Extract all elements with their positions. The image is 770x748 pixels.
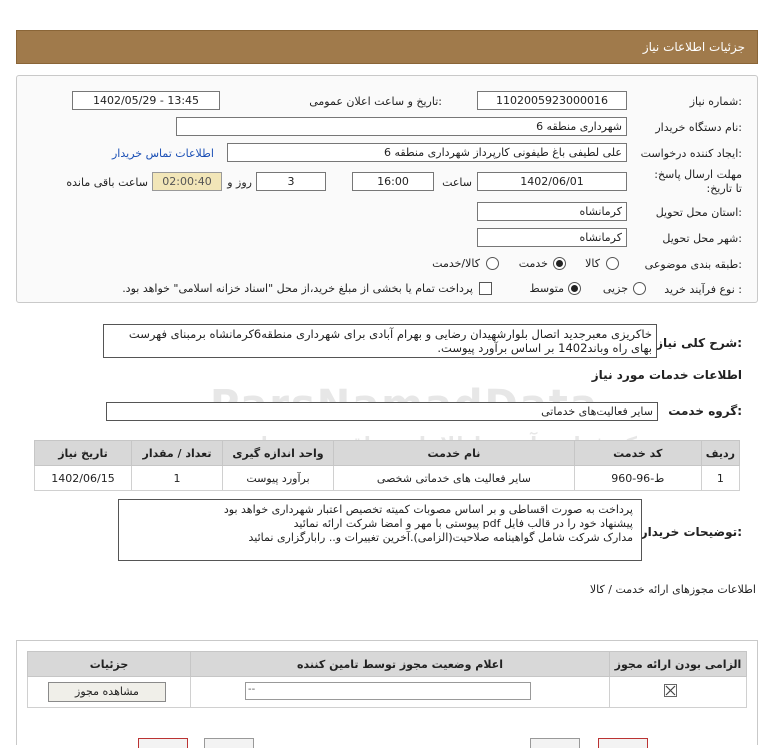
bottom-button-edge[interactable] <box>598 738 648 748</box>
time-label: ساعت <box>442 176 472 189</box>
buyer-note-line: پرداخت به صورت اقساطی و بر اساس مصوبات ک… <box>223 503 633 516</box>
service-group-label: گروه خدمت: <box>668 404 742 418</box>
process-medium-radio[interactable] <box>568 282 581 295</box>
col-service-code: کد خدمت <box>573 440 702 466</box>
treasury-payment-checkbox[interactable] <box>479 282 492 295</box>
summary-text: خاکریزی معبرجدید اتصال بلوارشهیدان رضایی… <box>103 324 657 358</box>
province-field: کرمانشاه <box>477 202 627 221</box>
remaining-label: ساعت باقی مانده <box>66 176 148 189</box>
deadline-time-field: 16:00 <box>352 172 434 191</box>
cell-permit-required <box>609 676 747 708</box>
remaining-time-field: 02:00:40 <box>152 172 222 191</box>
service-group-field: سایر فعالیت‌های خدماتی <box>106 402 658 421</box>
city-field: کرمانشاه <box>477 228 627 247</box>
col-unit: واحد اندازه گیری <box>222 440 334 466</box>
services-table: تاریخ نیاز تعداد / مقدار واحد اندازه گیر… <box>34 440 741 491</box>
col-qty: تعداد / مقدار <box>131 440 223 466</box>
buyer-notes-box: پرداخت به صورت اقساطی و بر اساس مصوبات ک… <box>118 499 642 561</box>
col-service-name: نام خدمت <box>333 440 575 466</box>
need-number-label: شماره نیاز: <box>689 95 742 108</box>
cell-unit: برآورد پیوست <box>222 465 334 491</box>
category-goods-radio[interactable] <box>606 257 619 270</box>
col-permit-required: الزامی بودن ارائه مجوز <box>609 651 747 677</box>
creator-label: ایجاد کننده درخواست: <box>640 147 742 160</box>
col-permit-details: جزئیات <box>27 651 191 677</box>
days-label: روز و <box>227 176 252 189</box>
province-label: استان محل تحویل: <box>655 206 742 219</box>
treasury-payment-note: پرداخت تمام یا بخشی از مبلغ خرید،از محل … <box>122 282 473 295</box>
permit-required-checkbox-icon <box>664 684 677 697</box>
creator-field: علی لطیفی باغ طیفونی کارپرداز شهرداری من… <box>227 143 627 162</box>
bottom-button-edge[interactable] <box>204 738 254 748</box>
days-field: 3 <box>256 172 326 191</box>
category-service-label: خدمت <box>518 257 548 270</box>
category-goods-service-radio[interactable] <box>486 257 499 270</box>
category-label: طبقه بندی موضوعی: <box>644 258 742 271</box>
summary-label: شرح کلی نیاز: <box>656 336 742 350</box>
bottom-button-edge[interactable] <box>530 738 580 748</box>
cell-service-name: سایر فعالیت های خدماتی شخصی <box>333 465 575 491</box>
permit-status-select[interactable]: -- <box>245 682 531 700</box>
col-date: تاریخ نیاز <box>34 440 132 466</box>
category-goods-service-label: کالا/خدمت <box>432 257 480 270</box>
page-title: جزئیات اطلاعات نیاز <box>642 40 745 54</box>
buyer-note-line: پیشنهاد خود را در قالب فایل pdf پیوستی ب… <box>293 517 633 530</box>
cell-qty: 1 <box>131 465 223 491</box>
deadline-label: مهلت ارسال پاسخ: تا تاریخ: <box>654 168 742 195</box>
category-goods-label: کالا <box>585 257 600 270</box>
buyer-contact-link[interactable]: اطلاعات تماس خریدار <box>112 147 214 160</box>
services-section-title: اطلاعات خدمات مورد نیاز <box>591 368 742 382</box>
process-label: نوع فرآیند خرید : <box>664 283 742 296</box>
view-permit-button[interactable]: مشاهده مجوز <box>48 682 166 702</box>
bottom-button-edge[interactable] <box>138 738 188 748</box>
cell-row: 1 <box>700 465 741 491</box>
announce-label: تاریخ و ساعت اعلان عمومی: <box>309 95 442 108</box>
buyer-notes-label: توضیحات خریدار: <box>640 525 742 539</box>
cell-date: 1402/06/15 <box>34 465 132 491</box>
select-arrow: -- <box>248 684 256 695</box>
process-minor-radio[interactable] <box>633 282 646 295</box>
buyer-org-label: نام دستگاه خریدار: <box>655 121 742 134</box>
page-header: جزئیات اطلاعات نیاز <box>16 30 758 64</box>
col-permit-status: اعلام وضعیت مجوز توسط تامین کننده <box>190 651 610 677</box>
services-header-row: تاریخ نیاز تعداد / مقدار واحد اندازه گیر… <box>34 440 741 466</box>
buyer-note-line: مدارک شرکت شامل گواهینامه صلاحیت(الزامی)… <box>248 531 633 544</box>
col-row: ردیف <box>700 440 741 466</box>
process-medium-label: متوسط <box>529 282 564 295</box>
table-row: 1402/06/15 1 برآورد پیوست سایر فعالیت ها… <box>34 465 741 491</box>
category-service-radio[interactable] <box>553 257 566 270</box>
process-minor-label: جزیی <box>602 282 628 295</box>
city-label: شهر محل تحویل: <box>662 232 742 245</box>
buyer-org-field: شهرداری منطقه 6 <box>176 117 627 136</box>
need-number-field: 1102005923000016 <box>477 91 627 110</box>
permits-section-title: اطلاعات مجوزهای ارائه خدمت / کالا <box>589 583 756 596</box>
announce-field: 1402/05/29 - 13:45 <box>72 91 220 110</box>
deadline-date-field: 1402/06/01 <box>477 172 627 191</box>
permits-header-row: جزئیات اعلام وضعیت مجوز توسط تامین کننده… <box>27 651 747 677</box>
cell-service-code: ط-96-960 <box>573 465 702 491</box>
